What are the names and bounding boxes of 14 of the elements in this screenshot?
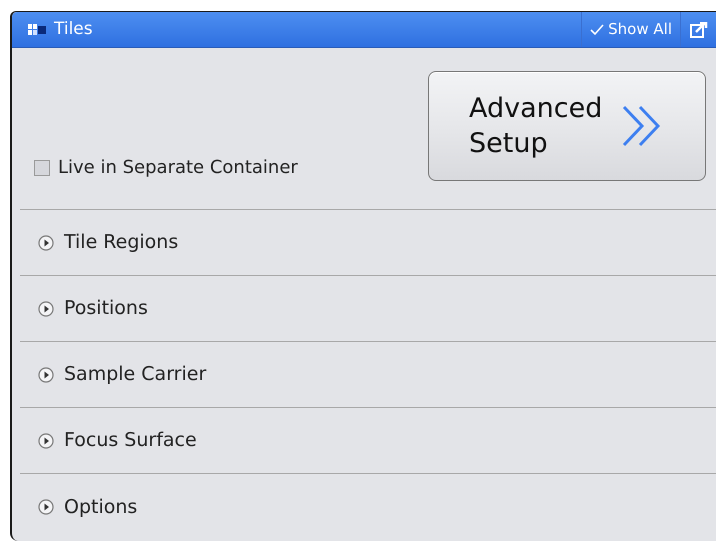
tiles-icon (28, 24, 46, 36)
check-icon (590, 24, 604, 36)
checkbox[interactable] (34, 160, 50, 176)
section-header[interactable]: Sample Carrier (20, 360, 206, 389)
section-header[interactable]: Focus Surface (20, 426, 197, 455)
panel-title: Tiles (54, 18, 93, 41)
advanced-setup-label: Advanced Setup (469, 92, 602, 161)
section-header[interactable]: Positions (20, 294, 148, 323)
checkbox-label: Live in Separate Container (58, 156, 298, 180)
undock-icon (690, 22, 708, 38)
advanced-setup-button[interactable]: Advanced Setup (428, 71, 706, 181)
section-header[interactable]: Tile Regions (20, 228, 178, 257)
section-header[interactable]: Options (20, 492, 138, 522)
show-all-button[interactable]: Show All (581, 12, 680, 47)
